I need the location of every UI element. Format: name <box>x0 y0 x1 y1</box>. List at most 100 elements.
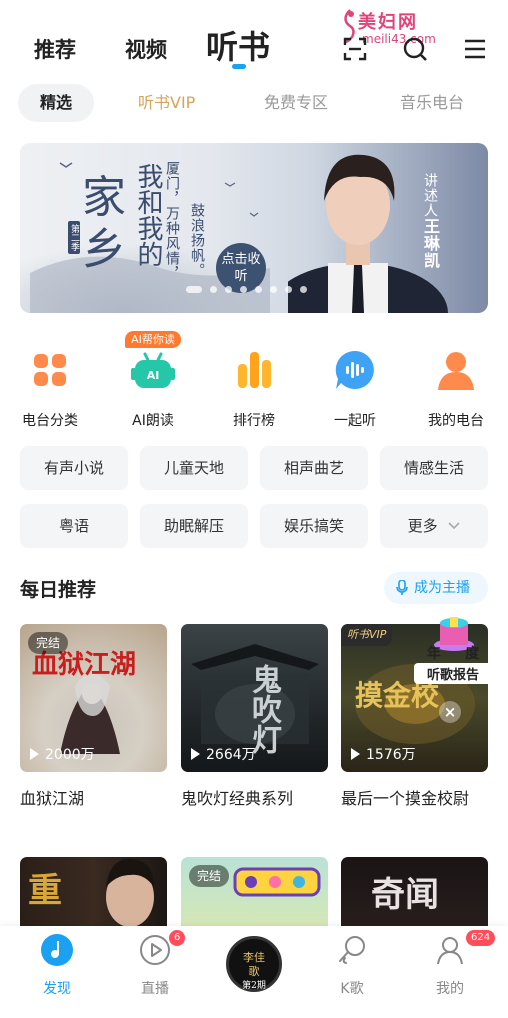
banner-season: 第二季 <box>68 221 80 254</box>
banner-pagination <box>186 279 315 293</box>
grid-icon <box>34 354 66 386</box>
banner-narrator: 讲述人王琳凯 <box>418 173 442 269</box>
user-icon <box>437 937 463 965</box>
chevron-down-icon <box>448 522 460 530</box>
subtab-featured[interactable]: 精选 <box>18 84 94 122</box>
category-more-chip[interactable]: 更多 <box>380 504 488 548</box>
tab-audiobook[interactable]: 听书 <box>206 22 270 68</box>
category-chip[interactable]: 娱乐搞笑 <box>260 504 368 548</box>
play-count-value: 1576万 <box>366 747 416 763</box>
scan-icon[interactable] <box>342 36 368 62</box>
report-text: 年 度 听歌报告 <box>414 643 492 684</box>
nav-label: 直播 <box>141 981 169 997</box>
tab-recommend[interactable]: 推荐 <box>34 34 76 64</box>
menu-icon[interactable] <box>462 36 488 62</box>
entry-my-radio[interactable]: 我的电台 <box>406 332 506 430</box>
tab-video[interactable]: 视频 <box>125 34 167 64</box>
disc-line-2: 歌 <box>248 965 260 978</box>
completed-tag: 完结 <box>28 632 69 654</box>
book-title: 鬼吹灯经典系列 <box>181 789 294 808</box>
nav-discover[interactable]: 发现 <box>17 934 97 998</box>
play-count: 2664万 <box>191 744 256 764</box>
nav-live[interactable]: 6 直播 <box>115 930 195 998</box>
report-annual: 度 <box>465 646 480 662</box>
play-icon <box>351 748 360 760</box>
entry-radio-categories[interactable]: 电台分类 <box>0 332 100 430</box>
svg-text:AI: AI <box>147 369 160 382</box>
category-chip[interactable]: 情感生活 <box>380 446 488 490</box>
disc-line-1: 李佳 <box>243 951 265 964</box>
now-playing-disc[interactable]: 李佳 歌 第2期 <box>226 936 282 992</box>
banner-line-2: 鼓浪扬帆。 <box>189 203 205 278</box>
entry-label: 排行榜 <box>233 413 275 429</box>
top-navigation: 推荐 视频 听书 美妇网 meili43.com <box>0 0 508 80</box>
page-dot[interactable] <box>225 286 232 293</box>
report-line-1: 年 度 <box>414 643 492 663</box>
become-host-button[interactable]: 成为主播 <box>384 572 488 604</box>
entry-ai-read[interactable]: AI AI朗读 <box>103 332 203 430</box>
book-cover: 鬼吹灯 2664万 <box>181 624 328 772</box>
recommend-card-partial[interactable]: 重 <box>20 857 167 937</box>
entry-label: 我的电台 <box>428 413 484 429</box>
page-dot[interactable] <box>270 286 277 293</box>
recommend-card[interactable]: 血狱江湖 完结 2000万 血狱江湖 <box>20 624 167 809</box>
play-count-value: 2000万 <box>45 747 95 763</box>
recommend-card-partial[interactable]: 完结 <box>181 857 328 937</box>
microphone-icon <box>396 580 408 595</box>
nav-label: K歌 <box>340 981 364 997</box>
chat-wave-icon <box>335 350 374 389</box>
entry-label: 一起听 <box>334 413 376 429</box>
subtab-free[interactable]: 免费专区 <box>264 84 328 122</box>
completed-tag: 完结 <box>189 865 230 887</box>
music-note-icon <box>41 934 73 966</box>
entry-rankings[interactable]: 排行榜 <box>204 332 304 430</box>
page-dot[interactable] <box>240 286 247 293</box>
banner-line-1: 厦门，万种风情， <box>164 161 180 281</box>
close-icon[interactable]: × <box>439 701 461 723</box>
banner-title-char-2: 乡 <box>82 224 126 275</box>
cover-portrait <box>106 858 154 927</box>
quick-entries: 电台分类 AI AI朗读 排行榜 一起听 我的电台 <box>0 332 508 429</box>
nav-mine[interactable]: 624 我的 <box>410 930 496 998</box>
page-dot-active[interactable] <box>186 286 202 293</box>
entry-label: AI朗读 <box>132 413 174 429</box>
subtab-vip[interactable]: 听书VIP <box>138 84 195 122</box>
category-chip[interactable]: 粤语 <box>20 504 128 548</box>
nav-karaoke[interactable]: K歌 <box>312 934 392 998</box>
disc-line-3: 第2期 <box>242 981 266 991</box>
play-icon <box>191 748 200 760</box>
narrator-label: 讲述人 <box>422 173 438 218</box>
host-button-label: 成为主播 <box>414 580 470 596</box>
bar-chart-icon <box>238 352 271 388</box>
category-chip[interactable]: 助眠解压 <box>140 504 248 548</box>
play-count: 2000万 <box>30 744 95 764</box>
daily-recommend-title: 每日推荐 <box>20 579 97 601</box>
promo-banner[interactable]: 家 乡 第二季 我和我的 厦门，万种风情， 鼓浪扬帆。 点击收听 讲述人王琳凯 <box>20 143 488 313</box>
entry-listen-together[interactable]: 一起听 <box>305 332 405 430</box>
active-tab-indicator <box>232 64 246 69</box>
category-chip[interactable]: 有声小说 <box>20 446 128 490</box>
more-label: 更多 <box>407 517 438 535</box>
search-icon[interactable] <box>402 36 428 62</box>
play-count-value: 2664万 <box>206 747 256 763</box>
nav-label: 发现 <box>43 981 71 997</box>
book-cover: 血狱江湖 完结 2000万 <box>20 624 167 772</box>
annual-report-badge[interactable]: 年 度 听歌报告 <box>414 615 492 691</box>
recommend-card[interactable]: 鬼吹灯 2664万 鬼吹灯经典系列 <box>181 624 328 809</box>
microphone-icon <box>339 936 365 964</box>
category-chip[interactable]: 儿童天地 <box>140 446 248 490</box>
cover-title-art: 奇闻 <box>371 875 439 915</box>
subtab-music-radio[interactable]: 音乐电台 <box>400 84 464 122</box>
entry-label: 电台分类 <box>22 413 78 429</box>
page-dot[interactable] <box>255 286 262 293</box>
narrator-name: 王琳凯 <box>421 218 440 269</box>
page-dot[interactable] <box>300 286 307 293</box>
category-chip[interactable]: 相声曲艺 <box>260 446 368 490</box>
page-dot[interactable] <box>285 286 292 293</box>
live-badge: 6 <box>169 930 186 946</box>
page-dot[interactable] <box>210 286 217 293</box>
cover-title-art: 鬼吹灯 <box>246 664 281 754</box>
recommend-card-partial[interactable]: 奇闻 <box>341 857 488 937</box>
play-icon <box>30 748 39 760</box>
banner-title-vertical: 我和我的 <box>133 163 163 267</box>
